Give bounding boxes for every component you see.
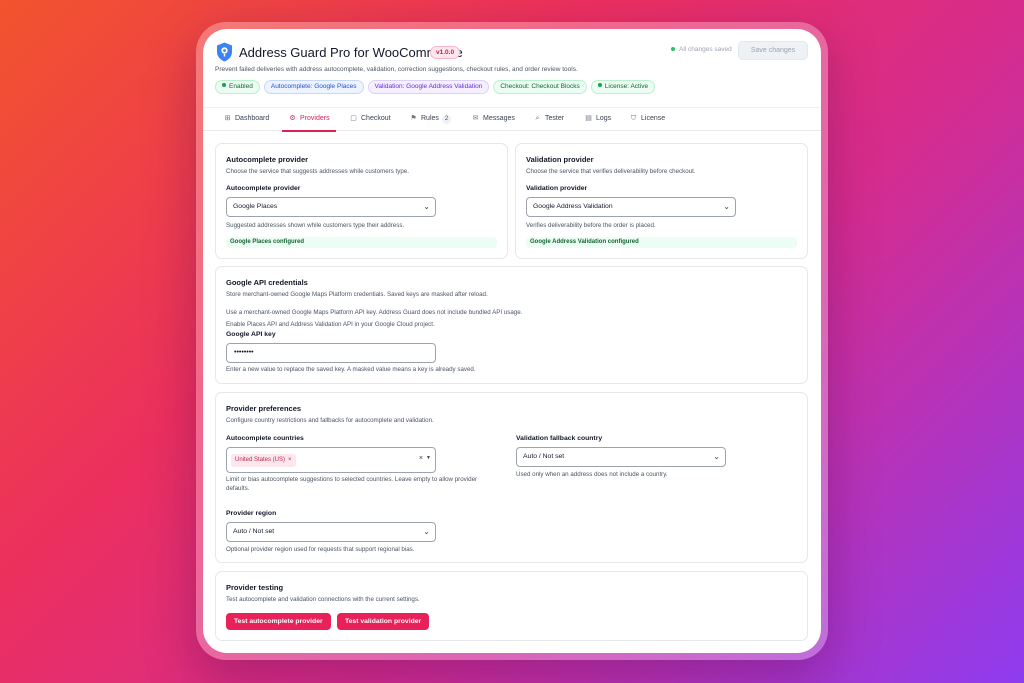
clear-icon[interactable]: ×: [419, 455, 423, 462]
autocomplete-countries-multiselect[interactable]: United States (US) × × ▼: [226, 447, 436, 473]
card-description: Configure country restrictions and fallb…: [226, 417, 434, 424]
card-title: Autocomplete provider: [226, 155, 309, 164]
api-note-1: Use a merchant-owned Google Maps Platfor…: [226, 309, 523, 316]
file-icon: ▤: [585, 115, 592, 122]
badge-license: License: Active: [590, 80, 656, 94]
saved-status: All changes saved: [671, 46, 732, 53]
field-hint: Verifies deliverability before the order…: [526, 222, 656, 229]
tab-dashboard[interactable]: ⊞ Dashboard: [223, 108, 270, 132]
badge-enabled: Enabled: [215, 80, 260, 94]
header: Address Guard Pro for WooCommerce v1.0.0…: [203, 29, 821, 132]
badge-autocomplete: Autocomplete: Google Places: [263, 80, 364, 94]
field-hint: Limit or bias autocomplete suggestions t…: [226, 476, 478, 483]
status-badges: Enabled Autocomplete: Google Places Vali…: [215, 80, 656, 94]
chevron-down-icon: ⌄: [723, 202, 730, 211]
card-description: Choose the service that verifies deliver…: [526, 168, 696, 175]
saved-status-text: All changes saved: [679, 46, 732, 53]
api-credentials-card: Google API credentials Store merchant-ow…: [215, 266, 808, 384]
card-description: Choose the service that suggests address…: [226, 168, 409, 175]
field-hint: Used only when an address does not inclu…: [516, 471, 668, 478]
status-dot-icon: [671, 47, 675, 52]
shield-icon: ⛉: [630, 115, 637, 122]
version-badge: v1.0.0: [430, 46, 461, 59]
dot-icon: [222, 83, 226, 88]
badge-validation: Validation: Google Address Validation: [367, 80, 490, 94]
tab-tester[interactable]: ⌕ Tester: [533, 108, 565, 132]
tab-bar: ⊞ Dashboard ⚙ Providers ▢ Checkout ⚑ Rules 2 …: [203, 107, 821, 132]
configured-status: Google Places configured: [226, 237, 497, 248]
app-subtitle: Prevent failed deliveries with address a…: [215, 66, 578, 73]
provider-preferences-card: Provider preferences Configure country r…: [215, 392, 808, 563]
tab-providers[interactable]: ⚙ Providers: [282, 108, 336, 132]
grid-icon: ⊞: [224, 115, 231, 122]
configured-status: Google Address Validation configured: [526, 237, 797, 248]
field-label: Validation fallback country: [516, 435, 603, 442]
country-chip[interactable]: United States (US) ×: [231, 454, 296, 467]
autocomplete-provider-card: Autocomplete provider Choose the service…: [215, 143, 508, 259]
api-note-2: Enable Places API and Address Validation…: [226, 321, 435, 328]
card-title: Provider preferences: [226, 404, 302, 413]
field-label: Autocomplete provider: [226, 185, 301, 192]
autocomplete-provider-select[interactable]: Google Places ⌄: [226, 197, 436, 217]
google-api-key-input[interactable]: ••••••••: [226, 343, 436, 363]
search-icon: ⌕: [535, 115, 540, 122]
app-window: Address Guard Pro for WooCommerce v1.0.0…: [203, 29, 821, 653]
flag-icon: ⚑: [410, 115, 417, 122]
test-autocomplete-button[interactable]: Test autocomplete provider: [226, 613, 331, 630]
field-hint: Optional provider region used for reques…: [226, 546, 415, 553]
field-label: Autocomplete countries: [226, 435, 304, 442]
card-description: Test autocomplete and validation connect…: [226, 596, 420, 603]
field-label: Provider region: [226, 510, 277, 517]
chevron-down-icon: ⌄: [713, 452, 720, 461]
field-hint: Enter a new value to replace the saved k…: [226, 366, 476, 373]
dot-icon: [597, 83, 602, 88]
validation-fallback-country-select[interactable]: Auto / Not set ⌄: [516, 447, 726, 467]
caret-down-icon[interactable]: ▼: [426, 455, 431, 461]
field-label: Validation provider: [526, 185, 588, 192]
card-title: Google API credentials: [226, 278, 308, 287]
provider-testing-card: Provider testing Test autocomplete and v…: [215, 571, 808, 641]
tab-license[interactable]: ⛉ License: [629, 108, 665, 132]
card-description: Store merchant-owned Google Maps Platfor…: [226, 291, 488, 298]
shield-logo-icon: [217, 42, 232, 62]
rules-count-badge: 2: [441, 115, 452, 124]
tab-checkout[interactable]: ▢ Checkout: [349, 108, 390, 132]
cart-icon: ▢: [350, 115, 357, 122]
validation-provider-select[interactable]: Google Address Validation ⌄: [526, 197, 736, 217]
field-hint-continued: defaults.: [226, 485, 250, 492]
gear-icon: ⚙: [289, 115, 296, 122]
provider-region-select[interactable]: Auto / Not set ⌄: [226, 522, 436, 542]
chevron-down-icon: ⌄: [423, 527, 430, 536]
tab-logs[interactable]: ▤ Logs: [584, 108, 611, 132]
field-label: Google API key: [226, 331, 276, 338]
tab-messages[interactable]: ✉ Messages: [471, 108, 515, 132]
field-hint: Suggested addresses shown while customer…: [226, 222, 405, 229]
badge-checkout: Checkout: Checkout Blocks: [493, 80, 587, 94]
tab-rules[interactable]: ⚑ Rules 2: [409, 108, 452, 132]
remove-chip-icon[interactable]: ×: [288, 457, 292, 463]
card-title: Provider testing: [226, 583, 284, 592]
card-title: Validation provider: [526, 155, 594, 164]
chevron-down-icon: ⌄: [423, 202, 430, 211]
mail-icon: ✉: [472, 115, 479, 122]
validation-provider-card: Validation provider Choose the service t…: [515, 143, 808, 259]
save-button[interactable]: Save changes: [738, 41, 808, 60]
test-validation-button[interactable]: Test validation provider: [337, 613, 430, 630]
